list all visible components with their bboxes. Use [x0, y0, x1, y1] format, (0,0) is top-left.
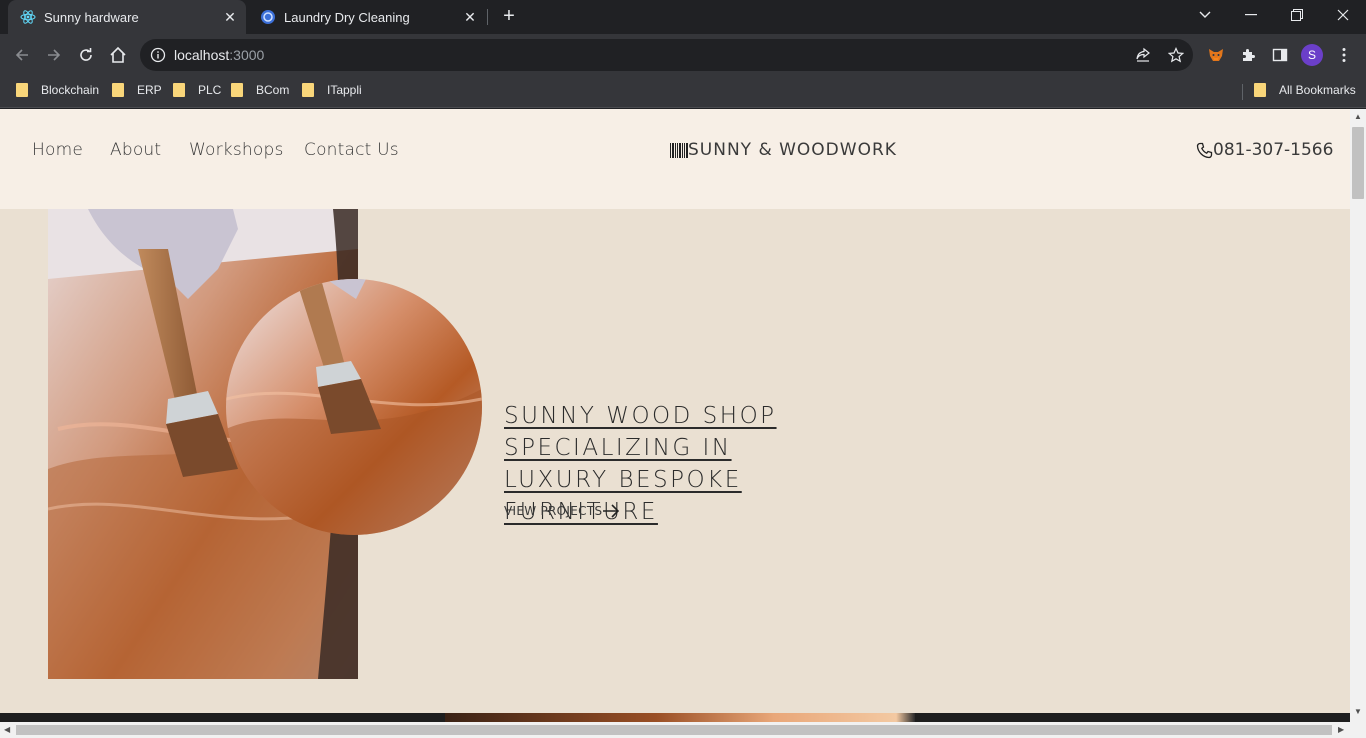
bookmark-star-icon[interactable]: [1166, 45, 1186, 65]
bookmarks-separator: [1242, 84, 1243, 100]
folder-icon: [231, 83, 243, 97]
view-projects-label: VIEW PROJECTS: [504, 504, 603, 518]
folder-icon: [112, 83, 124, 97]
site-header: Home About Workshops Contact Us SUNNY & …: [0, 109, 1350, 209]
vertical-scrollbar[interactable]: ▲ ▼: [1350, 109, 1366, 726]
bookmark-itappli[interactable]: ITappli: [302, 83, 362, 97]
close-tab-icon[interactable]: ✕: [220, 7, 240, 27]
forward-icon[interactable]: [40, 41, 68, 69]
hero-circle-photo: [226, 279, 482, 535]
address-bar[interactable]: localhost:3000: [140, 39, 1193, 71]
bookmark-plc[interactable]: PLC: [173, 83, 221, 97]
bookmark-blockchain[interactable]: Blockchain: [16, 83, 99, 97]
nav-contact-us[interactable]: Contact Us: [304, 140, 399, 160]
horizontal-scrollbar[interactable]: ◀ ▶: [0, 722, 1366, 738]
url-port: :3000: [229, 47, 265, 63]
bookmark-label: BCom: [256, 83, 290, 97]
new-tab-button[interactable]: +: [498, 6, 520, 28]
tab-laundry-dry-cleaning[interactable]: Laundry Dry Cleaning ✕: [248, 0, 486, 34]
bookmark-label: Blockchain: [41, 83, 100, 97]
phone-icon: [1196, 142, 1213, 158]
view-projects-link[interactable]: VIEW PROJECTS: [504, 504, 620, 518]
scroll-up-icon[interactable]: ▲: [1354, 112, 1362, 121]
nav-about[interactable]: About: [110, 140, 161, 160]
nav-home[interactable]: Home: [32, 140, 83, 160]
close-window-icon[interactable]: [1320, 0, 1366, 30]
react-icon: [20, 9, 36, 25]
extensions-puzzle-icon[interactable]: [1237, 44, 1259, 66]
metamask-extension-icon[interactable]: [1205, 44, 1227, 66]
profile-avatar[interactable]: S: [1301, 44, 1323, 66]
tab-title: Laundry Dry Cleaning: [284, 9, 410, 25]
url-text: localhost:3000: [174, 47, 264, 63]
bookmark-label: ITappli: [327, 83, 362, 97]
bookmarks-bar: Blockchain ERP PLC BCom ITappli All Book…: [0, 76, 1366, 108]
close-tab-icon[interactable]: ✕: [460, 7, 480, 27]
bookmark-erp[interactable]: ERP: [112, 83, 162, 97]
tab-search-chevron-icon[interactable]: [1182, 0, 1228, 30]
page-viewport: Home About Workshops Contact Us SUNNY & …: [0, 109, 1350, 726]
restore-icon[interactable]: [1274, 0, 1320, 30]
tab-title: Sunny hardware: [44, 9, 139, 25]
folder-icon: [302, 83, 314, 97]
scroll-right-icon[interactable]: ▶: [1338, 725, 1344, 734]
share-icon[interactable]: [1133, 45, 1153, 65]
tab-strip: Sunny hardware ✕ Laundry Dry Cleaning ✕ …: [0, 0, 1366, 34]
all-bookmarks-label: All Bookmarks: [1279, 83, 1356, 97]
back-icon[interactable]: [8, 41, 36, 69]
horizontal-scroll-thumb[interactable]: [16, 725, 1332, 735]
bookmark-label: ERP: [137, 83, 162, 97]
url-host: localhost: [174, 47, 230, 63]
phone-contact[interactable]: 081-307-1566: [1196, 140, 1333, 160]
folder-icon: [16, 83, 28, 97]
folder-icon: [173, 83, 185, 97]
folder-icon: [1254, 83, 1266, 97]
kebab-menu-icon[interactable]: [1333, 44, 1355, 66]
side-panel-icon[interactable]: [1269, 44, 1291, 66]
brand-name: SUNNY & WOODWORK: [688, 140, 897, 160]
nav-workshops[interactable]: Workshops: [189, 140, 284, 160]
tab-separator: [487, 9, 488, 25]
vertical-scroll-thumb[interactable]: [1352, 127, 1364, 199]
site-info-icon[interactable]: [150, 47, 166, 68]
home-icon[interactable]: [104, 41, 132, 69]
tab-sunny-hardware[interactable]: Sunny hardware ✕: [8, 0, 246, 34]
phone-number: 081-307-1566: [1213, 140, 1334, 160]
brand-logo[interactable]: SUNNY & WOODWORK: [670, 140, 897, 160]
all-bookmarks[interactable]: All Bookmarks: [1254, 83, 1356, 97]
browser-toolbar: localhost:3000 S: [0, 34, 1366, 76]
site-favicon-icon: [260, 9, 276, 25]
scroll-down-icon[interactable]: ▼: [1354, 707, 1362, 716]
bookmark-label: PLC: [198, 83, 222, 97]
reload-icon[interactable]: [72, 41, 100, 69]
scroll-left-icon[interactable]: ◀: [4, 725, 10, 734]
minimize-icon[interactable]: [1228, 0, 1274, 30]
barcode-icon: [670, 142, 688, 158]
arrow-right-icon: [603, 504, 620, 518]
bookmark-bcom[interactable]: BCom: [231, 83, 289, 97]
